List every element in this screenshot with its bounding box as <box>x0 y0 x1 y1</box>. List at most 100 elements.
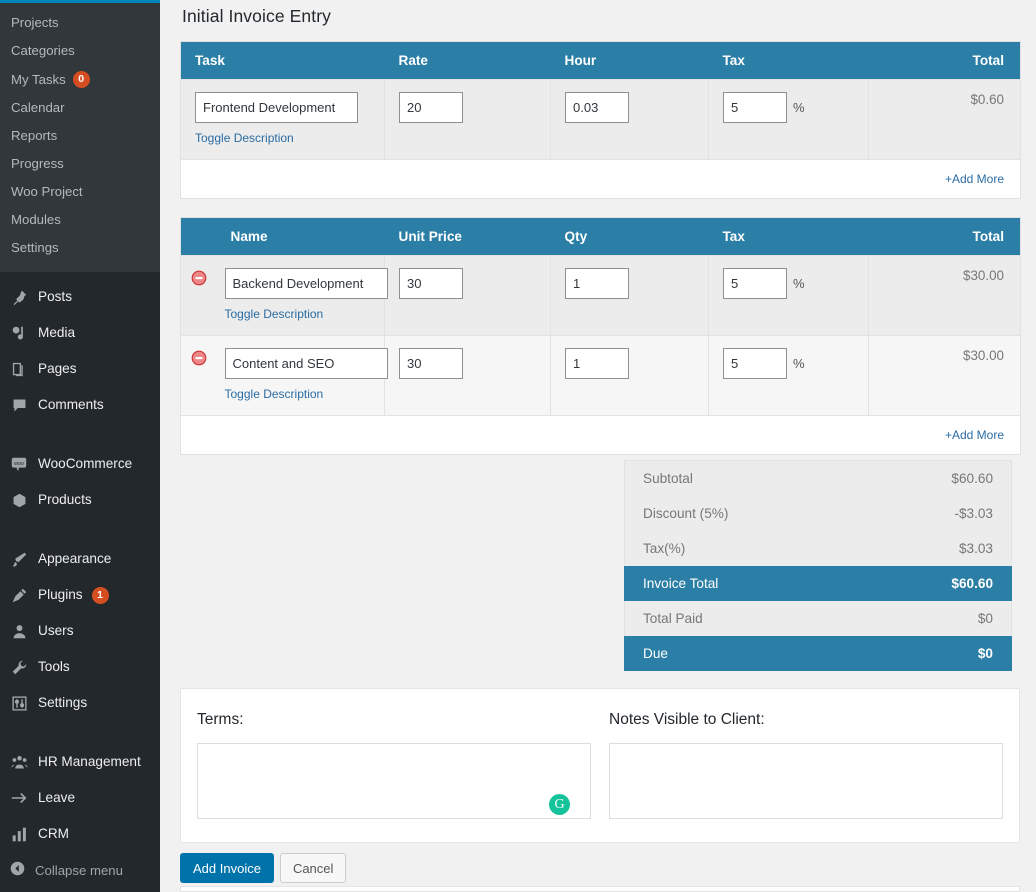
toggle-description-link[interactable]: Toggle Description <box>225 387 324 401</box>
item-name-input[interactable] <box>225 348 388 379</box>
sidebar-item-label: Reports <box>11 128 57 144</box>
sliders-icon <box>9 693 29 713</box>
sidebar-item-label: Progress <box>11 156 64 172</box>
grammarly-icon[interactable]: G <box>549 794 570 815</box>
sidebar-item-label: Settings <box>11 240 59 256</box>
remove-circle-icon[interactable] <box>191 270 207 286</box>
terms-column: Terms: G <box>197 711 591 824</box>
media-icon <box>9 323 29 343</box>
task-name-input[interactable] <box>195 92 358 123</box>
item-unit-price-input[interactable] <box>399 348 463 379</box>
sidebar-item-media[interactable]: Media <box>0 315 160 351</box>
sidebar-item-woocommerce[interactable]: woo WooCommerce <box>0 446 160 482</box>
column-header-unit-price: Unit Price <box>385 218 551 256</box>
sidebar-item-comments[interactable]: Comments <box>0 387 160 423</box>
sidebar-item-products[interactable]: Products <box>0 482 160 518</box>
add-invoice-button[interactable]: Add Invoice <box>180 853 274 883</box>
column-header-total: Total <box>869 218 1021 256</box>
toggle-description-link[interactable]: Toggle Description <box>195 131 294 145</box>
sidebar-item-modules[interactable]: Modules <box>0 206 160 234</box>
sidebar-item-progress[interactable]: Progress <box>0 150 160 178</box>
sidebar-item-leave[interactable]: Leave <box>0 780 160 816</box>
table-row: Toggle Description % $0.60 <box>181 80 1021 160</box>
task-table-header-row: Task Rate Hour Tax Total <box>181 42 1021 80</box>
item-add-more-cell: +Add More <box>181 416 1021 455</box>
sidebar-item-users[interactable]: Users <box>0 613 160 649</box>
task-tax-input[interactable] <box>723 92 787 123</box>
sidebar-item-crm[interactable]: CRM <box>0 816 160 852</box>
sidebar-item-categories[interactable]: Categories <box>0 37 160 65</box>
totals-value: $0 <box>978 646 993 661</box>
sidebar-item-plugins[interactable]: Plugins 1 <box>0 577 160 613</box>
sidebar-item-reports[interactable]: Reports <box>0 122 160 150</box>
cancel-button[interactable]: Cancel <box>280 853 346 883</box>
sidebar-item-label: Comments <box>38 396 104 414</box>
add-more-item-link[interactable]: +Add More <box>945 428 1004 442</box>
plugins-update-badge: 1 <box>92 587 109 604</box>
people-group-icon <box>9 752 29 772</box>
sidebar-item-label: CRM <box>38 825 69 843</box>
task-hour-input[interactable] <box>565 92 629 123</box>
sidebar-item-settings-main[interactable]: Settings <box>0 685 160 721</box>
percent-suffix: % <box>793 276 805 291</box>
column-header-tax: Tax <box>709 218 869 256</box>
invoice-totals-panel: Subtotal $60.60 Discount (5%) -$3.03 Tax… <box>624 460 1012 671</box>
project-manager-submenu: Projects Categories My Tasks 0 Calendar … <box>0 3 160 272</box>
menu-group-admin: Appearance Plugins 1 Users Tools <box>0 534 160 728</box>
sidebar-item-pages[interactable]: Pages <box>0 351 160 387</box>
sidebar-item-settings[interactable]: Settings <box>0 234 160 262</box>
comment-icon <box>9 395 29 415</box>
sidebar-item-label: Categories <box>11 43 75 59</box>
item-qty-input[interactable] <box>565 348 629 379</box>
column-header-remove <box>181 218 217 256</box>
item-tax-input[interactable] <box>723 348 787 379</box>
sidebar-item-tools[interactable]: Tools <box>0 649 160 685</box>
totals-row-tax: Tax(%) $3.03 <box>624 531 1012 566</box>
terms-textarea[interactable] <box>197 743 591 819</box>
add-more-task-link[interactable]: +Add More <box>945 172 1004 186</box>
totals-row-invoice-total: Invoice Total $60.60 <box>624 566 1012 601</box>
task-table-footer-row: +Add More <box>181 160 1021 199</box>
column-header-qty: Qty <box>551 218 709 256</box>
task-rate-input[interactable] <box>399 92 463 123</box>
totals-row-total-paid: Total Paid $0 <box>624 601 1012 636</box>
sidebar-item-projects[interactable]: Projects <box>0 9 160 37</box>
column-header-name: Name <box>217 218 385 256</box>
item-tax-cell: % <box>709 256 869 336</box>
menu-divider <box>0 430 160 439</box>
terms-textarea-wrap: G <box>197 743 591 824</box>
collapse-menu-button[interactable]: Collapse menu <box>0 850 160 892</box>
plug-icon <box>9 585 29 605</box>
sidebar-item-calendar[interactable]: Calendar <box>0 94 160 122</box>
sidebar-item-posts[interactable]: Posts <box>0 279 160 315</box>
sidebar-item-woo-project[interactable]: Woo Project <box>0 178 160 206</box>
item-unit-price-input[interactable] <box>399 268 463 299</box>
sidebar-item-label: HR Management <box>38 753 141 771</box>
item-table-footer-row: +Add More <box>181 416 1021 455</box>
sidebar-item-label: Appearance <box>38 550 111 568</box>
item-tax-input[interactable] <box>723 268 787 299</box>
totals-label: Subtotal <box>643 471 693 486</box>
item-name-cell: Toggle Description <box>217 336 385 416</box>
collapse-menu-label: Collapse menu <box>35 863 123 878</box>
sidebar-item-label: Calendar <box>11 100 65 116</box>
toggle-description-link[interactable]: Toggle Description <box>225 307 324 321</box>
column-header-tax: Tax <box>709 42 869 80</box>
item-total-value: $30.00 <box>869 336 1021 416</box>
sidebar-item-hr-management[interactable]: HR Management <box>0 744 160 780</box>
column-header-rate: Rate <box>385 42 551 80</box>
sidebar-item-label: Tools <box>38 658 70 676</box>
item-table: Name Unit Price Qty Tax Total <box>180 217 1021 455</box>
menu-divider <box>0 525 160 534</box>
totals-label: Tax(%) <box>643 541 685 556</box>
totals-row-subtotal: Subtotal $60.60 <box>624 460 1012 496</box>
totals-label: Discount (5%) <box>643 506 728 521</box>
page-title: Initial Invoice Entry <box>180 0 1036 27</box>
sidebar-item-appearance[interactable]: Appearance <box>0 541 160 577</box>
sidebar-item-my-tasks[interactable]: My Tasks 0 <box>0 65 160 94</box>
item-name-input[interactable] <box>225 268 388 299</box>
sidebar-item-label: Leave <box>38 789 75 807</box>
notes-textarea[interactable] <box>609 743 1003 819</box>
item-qty-input[interactable] <box>565 268 629 299</box>
remove-circle-icon[interactable] <box>191 350 207 366</box>
